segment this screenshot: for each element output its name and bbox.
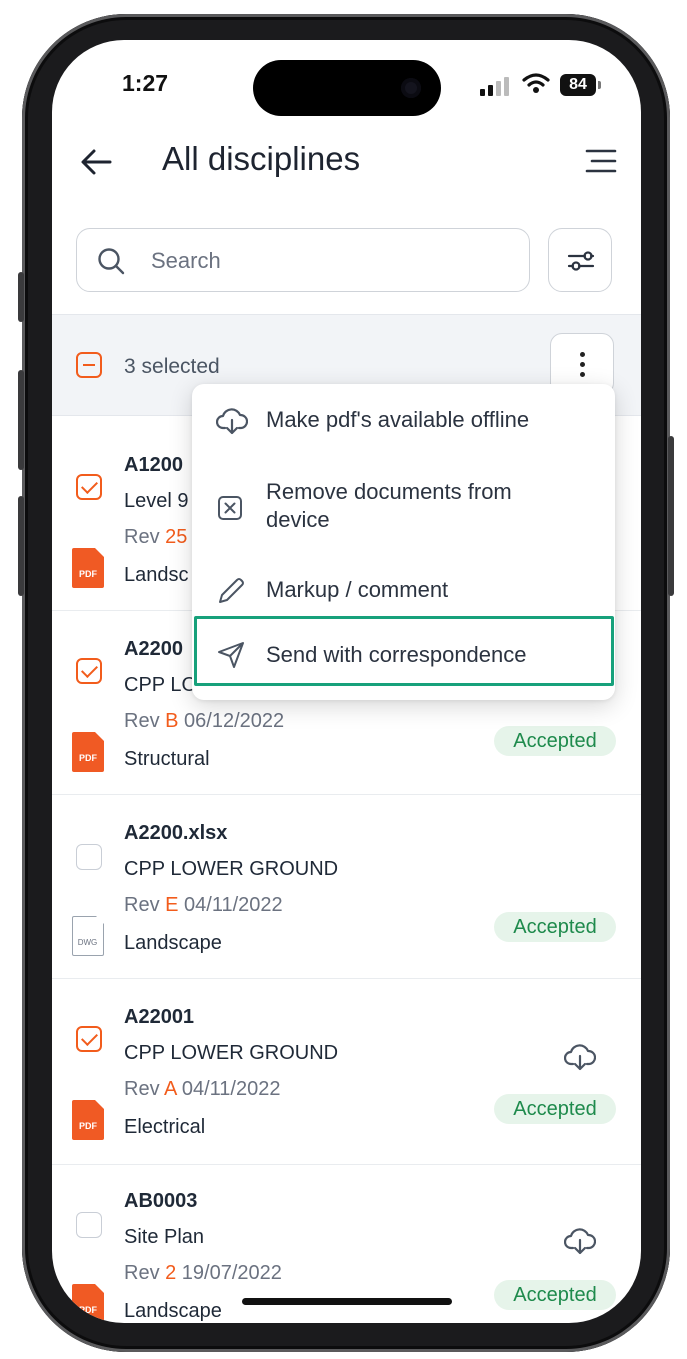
- document-discipline: Landscape: [124, 1300, 222, 1322]
- pdf-file-icon: PDF: [72, 1284, 104, 1323]
- document-description: Level 9: [124, 490, 189, 512]
- pdf-file-icon: PDF: [72, 732, 104, 772]
- document-description: CPP LOWER GROUND: [124, 1042, 339, 1064]
- menu-item-remove-documents[interactable]: Remove documents from device: [192, 464, 615, 554]
- document-discipline: Structural: [124, 748, 210, 770]
- kebab-dot-icon: [580, 372, 585, 377]
- pdf-file-icon: PDF: [72, 548, 104, 588]
- row-checkbox[interactable]: [76, 844, 102, 870]
- hamburger-menu-icon[interactable]: [584, 146, 618, 176]
- row-checkbox[interactable]: [76, 474, 102, 500]
- pencil-icon: [219, 578, 244, 603]
- document-name: AB0003: [124, 1190, 198, 1212]
- back-arrow-icon[interactable]: [76, 142, 116, 182]
- search-box[interactable]: [76, 228, 530, 292]
- row-checkbox[interactable]: [76, 1026, 102, 1052]
- row-checkbox[interactable]: [76, 1212, 102, 1238]
- menu-item-markup-comment[interactable]: Markup / comment: [192, 556, 615, 620]
- dwg-file-icon: DWG: [72, 915, 105, 956]
- app-header: All disciplines: [52, 130, 641, 200]
- filter-button[interactable]: [548, 228, 612, 292]
- select-all-checkbox[interactable]: [76, 352, 102, 378]
- document-row[interactable]: DWG A2200.xlsx CPP LOWER GROUND Rev E 04…: [52, 794, 641, 979]
- status-badge: Accepted: [494, 1280, 616, 1310]
- document-discipline: Landscape: [124, 932, 222, 954]
- document-revision: Rev E 04/11/2022: [124, 894, 283, 916]
- kebab-dot-icon: [580, 362, 585, 367]
- search-icon: [98, 248, 125, 275]
- home-indicator[interactable]: [242, 1298, 452, 1305]
- document-description: CPP LO: [124, 674, 197, 696]
- cloud-download-icon[interactable]: [564, 1226, 596, 1256]
- document-description: CPP LOWER GROUND: [124, 858, 339, 880]
- cloud-download-icon[interactable]: [564, 1042, 596, 1072]
- menu-item-make-offline[interactable]: Make pdf's available offline: [192, 384, 615, 456]
- power-button: [668, 436, 674, 596]
- app-screen: 1:27 84 All disciplines Search 3 selecte…: [52, 40, 641, 1323]
- highlight-box: [194, 616, 614, 686]
- menu-item-label: Make pdf's available offline: [266, 407, 530, 432]
- front-camera: [401, 78, 421, 98]
- document-row[interactable]: PDF A22001 CPP LOWER GROUND Rev A 04/11/…: [52, 978, 641, 1165]
- status-badge: Accepted: [494, 1094, 616, 1124]
- pdf-file-icon: PDF: [72, 1100, 104, 1140]
- document-description: Site Plan: [124, 1226, 205, 1248]
- cloud-download-icon: [216, 408, 248, 435]
- document-revision: Rev 25: [124, 526, 188, 548]
- document-name: A2200: [124, 638, 183, 660]
- selected-count: 3 selected: [124, 355, 220, 378]
- dynamic-island: [253, 60, 441, 116]
- document-name: A1200: [124, 454, 183, 476]
- document-revision: Rev 2 19/07/2022: [124, 1262, 282, 1284]
- volume-up-button: [18, 370, 24, 470]
- status-badge: Accepted: [494, 726, 616, 756]
- menu-item-label: Markup / comment: [266, 577, 449, 602]
- battery-indicator: 84: [560, 74, 601, 96]
- document-name: A2200.xlsx: [124, 822, 228, 844]
- document-name: A22001: [124, 1006, 195, 1028]
- kebab-dot-icon: [580, 352, 585, 357]
- wifi-icon: [522, 73, 550, 93]
- remove-box-icon: [218, 496, 242, 520]
- volume-down-button: [18, 496, 24, 596]
- page-title: All disciplines: [162, 140, 361, 177]
- document-discipline: Electrical: [124, 1116, 206, 1138]
- status-badge: Accepted: [494, 912, 616, 942]
- sliders-icon: [567, 251, 595, 271]
- mute-switch: [18, 272, 24, 322]
- signal-icon: [480, 76, 510, 96]
- row-checkbox[interactable]: [76, 658, 102, 684]
- document-discipline: Landsc: [124, 564, 189, 586]
- status-time: 1:27: [122, 70, 169, 96]
- document-revision: Rev A 04/11/2022: [124, 1078, 281, 1100]
- document-revision: Rev B 06/12/2022: [124, 710, 285, 732]
- search-input[interactable]: [149, 243, 513, 279]
- menu-item-label: Remove documents from device: [266, 479, 512, 532]
